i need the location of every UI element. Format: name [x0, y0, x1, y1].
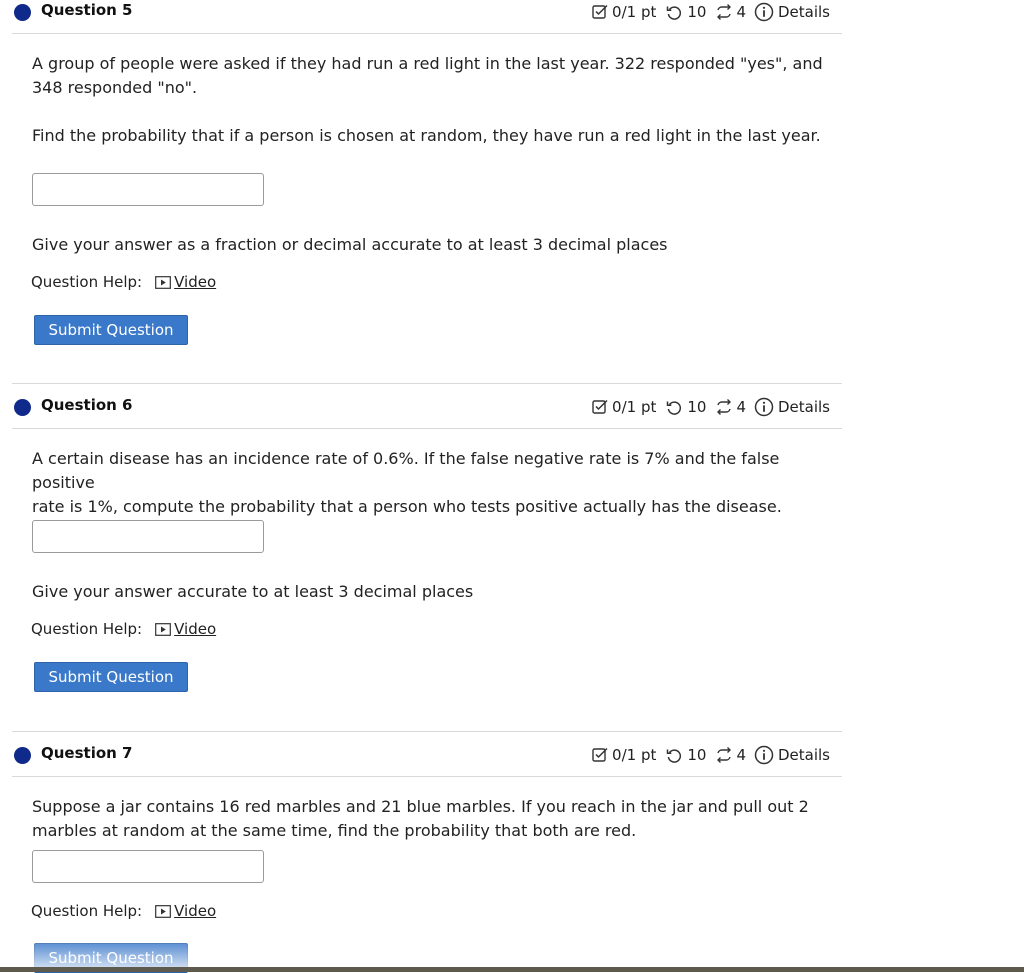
info-icon: [754, 745, 774, 765]
video-link-label: Video: [174, 273, 217, 291]
retry-icon: [667, 6, 682, 20]
retries: 10: [665, 3, 706, 21]
question-text: A group of people were asked if they had…: [32, 52, 832, 100]
video-play-icon: [155, 275, 172, 289]
checkbox-pencil-icon: [592, 399, 608, 414]
score-value: 0/1 pt: [612, 3, 657, 21]
details-label: Details: [777, 398, 830, 416]
score: 0/1 pt: [591, 746, 656, 764]
retries-value: 10: [687, 746, 707, 764]
video-link-label: Video: [174, 620, 217, 638]
question-help: Question Help: Video: [31, 273, 216, 291]
status-dot-icon: [14, 399, 31, 416]
submit-question-button[interactable]: Submit Question: [34, 315, 188, 345]
header-divider: [12, 428, 842, 429]
attempts-cycle-icon: [717, 747, 732, 763]
question-text-line: marbles at random at the same time, find…: [32, 821, 637, 840]
details-button[interactable]: Details: [754, 745, 830, 765]
retries-value: 10: [687, 3, 707, 21]
info-icon: [754, 2, 774, 22]
question-header: Question 5 0/1 pt 10 4 Details: [0, 0, 842, 34]
question-title: Question 5: [41, 1, 133, 19]
section-divider: [12, 731, 842, 732]
video-link[interactable]: Video: [155, 902, 216, 920]
attempts: 4: [715, 398, 746, 416]
answer-hint: Give your answer accurate to at least 3 …: [32, 582, 474, 601]
header-divider: [12, 33, 842, 34]
question-help: Question Help: Video: [31, 620, 216, 638]
score: 0/1 pt: [591, 398, 656, 416]
video-link[interactable]: Video: [155, 273, 216, 291]
question-meta: 0/1 pt 10 4 Details: [591, 743, 830, 767]
header-divider: [12, 776, 842, 777]
question-meta: 0/1 pt 10 4 Details: [591, 0, 830, 24]
retries-value: 10: [687, 398, 707, 416]
question-help-label: Question Help:: [31, 273, 143, 291]
question-header: Question 6 0/1 pt 10 4 Details: [0, 383, 842, 429]
section-divider: [12, 383, 842, 384]
video-link[interactable]: Video: [155, 620, 216, 638]
answer-hint: Give your answer as a fraction or decima…: [32, 235, 668, 254]
window-bottom-edge: [0, 967, 1024, 972]
status-dot-icon: [14, 4, 31, 21]
question-text-line: A group of people were asked if they had…: [32, 54, 823, 73]
checkbox-pencil-icon: [592, 4, 608, 19]
details-button[interactable]: Details: [754, 2, 830, 22]
attempts-value: 4: [736, 3, 746, 21]
retries: 10: [665, 746, 706, 764]
question-text-line: rate is 1%, compute the probability that…: [32, 497, 782, 516]
score-value: 0/1 pt: [612, 398, 657, 416]
question-text-line: Suppose a jar contains 16 red marbles an…: [32, 797, 809, 816]
retry-icon: [667, 401, 682, 415]
answer-input[interactable]: [32, 173, 264, 206]
answer-input[interactable]: [32, 850, 264, 883]
attempts-cycle-icon: [717, 399, 732, 415]
attempts: 4: [715, 746, 746, 764]
video-link-label: Video: [174, 902, 217, 920]
submit-question-button[interactable]: Submit Question: [34, 662, 188, 692]
video-play-icon: [155, 622, 172, 636]
video-play-icon: [155, 904, 172, 918]
checkbox-pencil-icon: [592, 747, 608, 762]
score-value: 0/1 pt: [612, 746, 657, 764]
question-text: A certain disease has an incidence rate …: [32, 447, 832, 519]
question-help-label: Question Help:: [31, 620, 143, 638]
details-button[interactable]: Details: [754, 397, 830, 417]
question-header: Question 7 0/1 pt 10 4 Details: [0, 731, 842, 777]
question-text-line: A certain disease has an incidence rate …: [32, 449, 780, 492]
question-text: Suppose a jar contains 16 red marbles an…: [32, 795, 832, 843]
question-title: Question 6: [41, 396, 133, 414]
retry-icon: [667, 749, 682, 763]
attempts-cycle-icon: [717, 4, 732, 20]
status-dot-icon: [14, 747, 31, 764]
question-help-label: Question Help:: [31, 902, 143, 920]
question-meta: 0/1 pt 10 4 Details: [591, 395, 830, 419]
attempts-value: 4: [736, 398, 746, 416]
attempts-value: 4: [736, 746, 746, 764]
details-label: Details: [777, 746, 830, 764]
info-icon: [754, 397, 774, 417]
question-help: Question Help: Video: [31, 902, 216, 920]
question-title: Question 7: [41, 744, 133, 762]
retries: 10: [665, 398, 706, 416]
question-text-2: Find the probability that if a person is…: [32, 126, 821, 145]
question-text-line: 348 responded "no".: [32, 78, 198, 97]
attempts: 4: [715, 3, 746, 21]
details-label: Details: [777, 3, 830, 21]
answer-input[interactable]: [32, 520, 264, 553]
score: 0/1 pt: [591, 3, 656, 21]
